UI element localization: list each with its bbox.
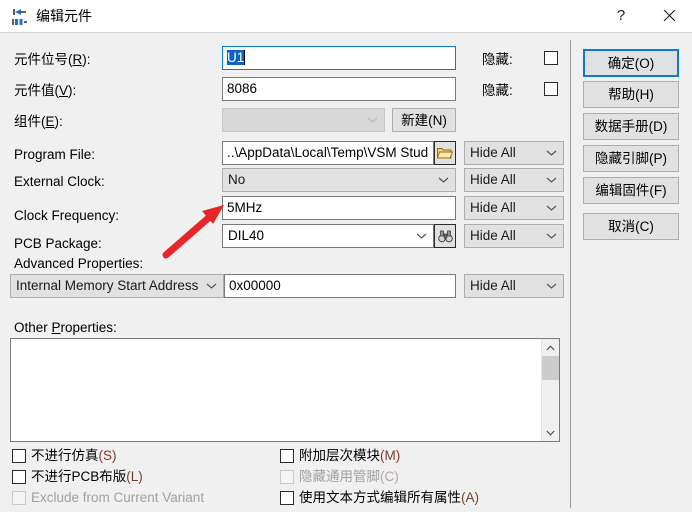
- checkbox-box: [12, 449, 26, 463]
- titlebar-help-button[interactable]: ?: [598, 0, 644, 31]
- pcb-package-label: PCB Package:: [14, 236, 102, 251]
- program-file-input[interactable]: ..\AppData\Local\Temp\VSM Stud: [222, 141, 434, 165]
- checkbox-box: [280, 491, 294, 505]
- checkbox-box: [12, 491, 26, 505]
- advanced-property-combobox[interactable]: Internal Memory Start Address: [10, 274, 224, 298]
- chevron-down-icon: [546, 283, 557, 289]
- pcb-package-search-button[interactable]: [434, 224, 456, 248]
- clock-frequency-label: Clock Frequency:: [14, 208, 120, 223]
- reference-hidden-label: 隐藏:: [482, 52, 513, 67]
- advanced-properties-label: Advanced Properties:: [14, 256, 144, 271]
- external-clock-hide-combobox[interactable]: Hide All: [464, 168, 564, 192]
- edit-firmware-button[interactable]: 编辑固件(F): [583, 177, 679, 204]
- chevron-down-icon: [438, 177, 449, 183]
- scroll-thumb[interactable]: [542, 356, 559, 380]
- chevron-down-icon: [546, 233, 557, 239]
- checkbox-box: [280, 449, 294, 463]
- checkbox-label: 不进行仿真: [31, 448, 99, 463]
- clock-frequency-input[interactable]: 5MHz: [222, 196, 456, 220]
- checkbox-box: [12, 470, 26, 484]
- window-title: 编辑元件: [36, 8, 92, 24]
- advanced-property-hide-combobox[interactable]: Hide All: [464, 274, 564, 298]
- pcb-package-combobox[interactable]: DIL40: [222, 224, 434, 248]
- checkbox-label: 不进行PCB布版: [31, 469, 127, 484]
- other-properties-textarea[interactable]: [10, 338, 560, 442]
- checkbox-label: Exclude from Current Variant: [31, 490, 205, 505]
- ok-button[interactable]: 确定(O): [583, 49, 679, 77]
- chevron-down-icon: [546, 177, 557, 183]
- cancel-button[interactable]: 取消(C): [583, 213, 679, 240]
- checkbox-hide-common-pins: 隐藏通用管脚 (C): [280, 469, 399, 485]
- checkbox-attach-hierarchy-module[interactable]: 附加层次模块 (M): [280, 448, 400, 464]
- advanced-property-value-input[interactable]: 0x00000: [224, 274, 456, 298]
- datasheet-button[interactable]: 数据手册(D): [583, 113, 679, 140]
- scroll-down-arrow[interactable]: [542, 424, 559, 441]
- browse-file-button[interactable]: [434, 141, 456, 165]
- chevron-down-icon: [367, 117, 378, 123]
- close-icon: [663, 9, 675, 22]
- element-label: 组件(E):: [14, 114, 63, 129]
- new-element-button[interactable]: 新建(N): [392, 108, 456, 132]
- checkbox-exclude-from-simulation[interactable]: 不进行仿真 (S): [12, 448, 117, 464]
- scroll-up-arrow[interactable]: [542, 339, 559, 356]
- checkbox-label: 隐藏通用管脚: [299, 469, 380, 484]
- help-button[interactable]: 帮助(H): [583, 81, 679, 108]
- text-caret: [244, 50, 246, 65]
- checkbox-label: 附加层次模块: [299, 448, 380, 463]
- value-input[interactable]: 8086: [222, 77, 456, 101]
- hidden-pins-button[interactable]: 隐藏引脚(P): [583, 145, 679, 172]
- checkbox-label: 使用文本方式编辑所有属性: [299, 490, 461, 505]
- titlebar: 编辑元件 ?: [0, 0, 692, 33]
- value-label: 元件值(V):: [14, 83, 77, 98]
- external-clock-label: External Clock:: [14, 174, 105, 189]
- panel-divider: [570, 40, 571, 508]
- value-hidden-label: 隐藏:: [482, 83, 513, 98]
- reference-label: 元件位号(R):: [14, 52, 91, 67]
- component-edit-icon: [10, 6, 30, 26]
- reference-hidden-checkbox[interactable]: [544, 51, 558, 65]
- other-properties-label: Other Properties:: [14, 320, 117, 335]
- value-hidden-checkbox[interactable]: [544, 82, 558, 96]
- checkbox-box: [280, 470, 294, 484]
- program-file-hide-combobox[interactable]: Hide All: [464, 141, 564, 165]
- folder-open-icon: [437, 148, 453, 159]
- chevron-down-icon: [206, 283, 217, 289]
- binoculars-icon: [437, 230, 453, 242]
- chevron-up-icon: [546, 344, 555, 350]
- checkbox-exclude-from-pcb-layout[interactable]: 不进行PCB布版 (L): [12, 469, 143, 485]
- reference-input[interactable]: U1: [222, 46, 456, 70]
- chevron-down-icon: [416, 233, 427, 239]
- element-combobox[interactable]: [222, 108, 385, 132]
- titlebar-close-button[interactable]: [646, 0, 692, 31]
- chevron-down-icon: [546, 430, 555, 436]
- program-file-label: Program File:: [14, 147, 96, 162]
- chevron-down-icon: [546, 150, 557, 156]
- checkbox-edit-all-properties-as-text[interactable]: 使用文本方式编辑所有属性 (A): [280, 490, 479, 506]
- chevron-down-icon: [546, 205, 557, 211]
- checkbox-exclude-from-current-variant: Exclude from Current Variant: [12, 490, 204, 506]
- clock-frequency-hide-combobox[interactable]: Hide All: [464, 196, 564, 220]
- other-properties-scrollbar[interactable]: [541, 339, 559, 441]
- pcb-package-hide-combobox[interactable]: Hide All: [464, 224, 564, 248]
- external-clock-combobox[interactable]: No: [222, 168, 456, 192]
- edit-component-dialog: 编辑元件 ? 元件位号(R): U1 隐藏: 元件值(V): 8086 隐藏: …: [0, 0, 692, 512]
